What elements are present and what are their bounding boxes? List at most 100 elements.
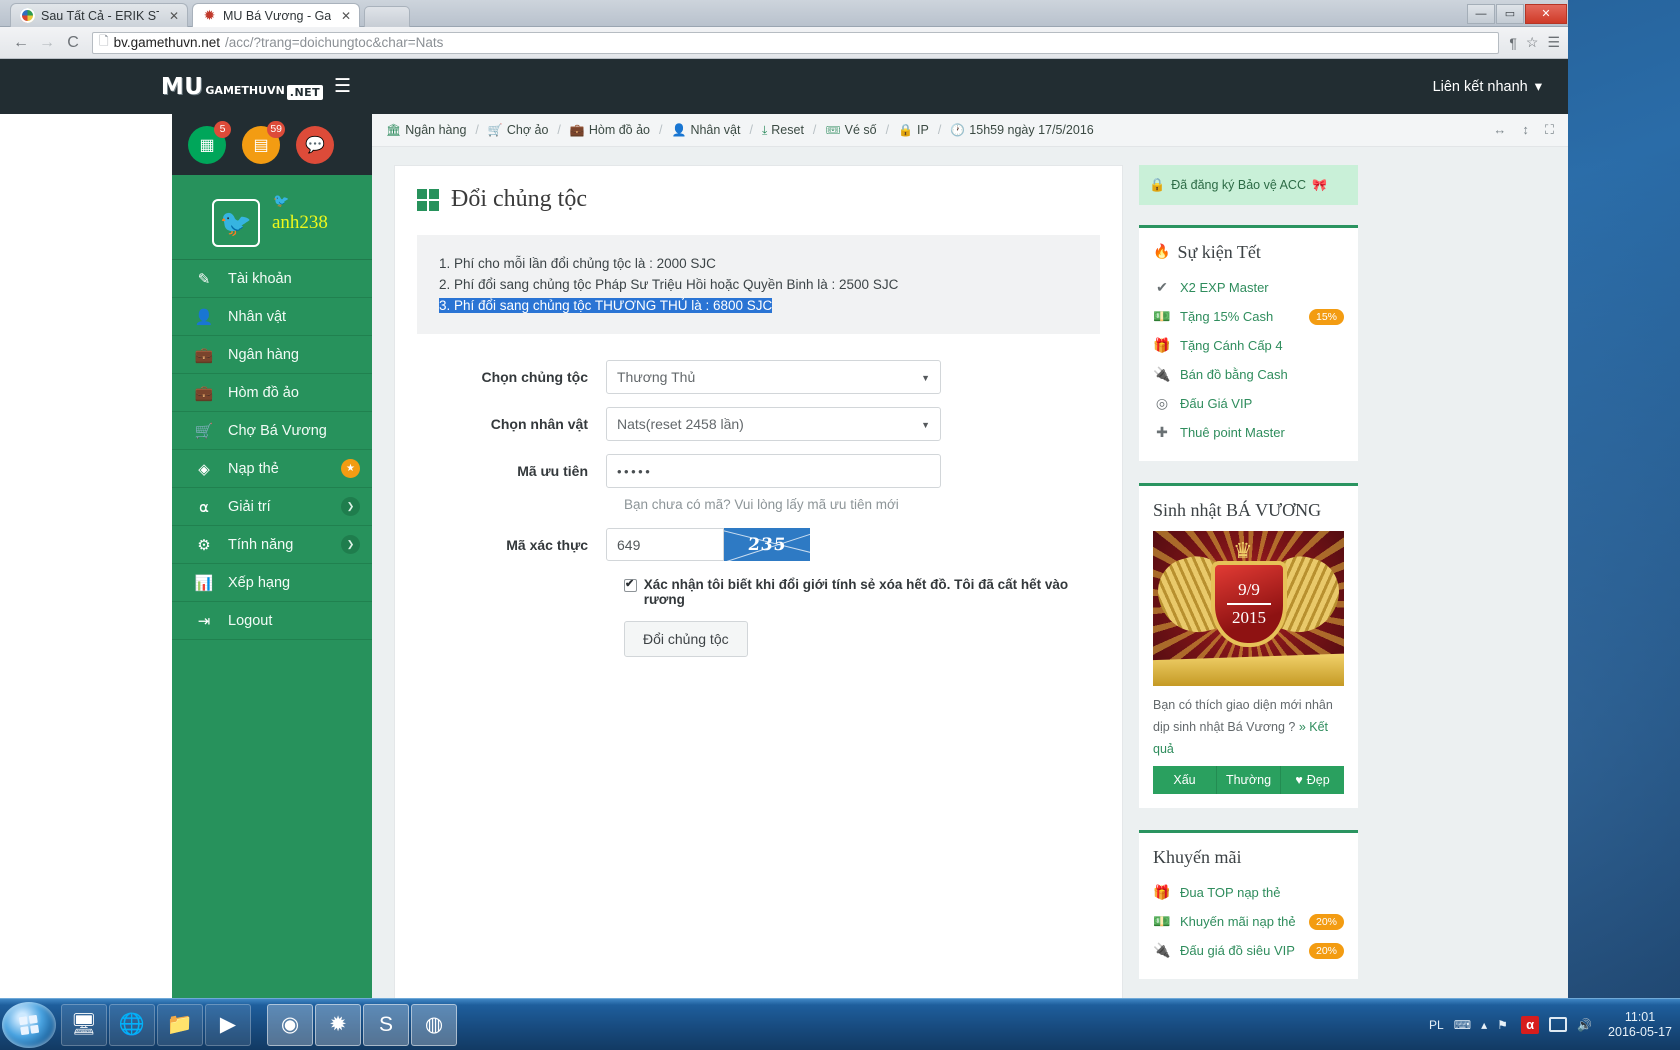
taskbar-item-media-player[interactable]: ▶ <box>205 1003 251 1046</box>
promo-item-dua-top[interactable]: 🎁 Đua TOP nạp thẻ <box>1153 878 1344 907</box>
promo-widget: Khuyến mãi 🎁 Đua TOP nạp thẻ 💵 Khuyến mã… <box>1139 830 1358 979</box>
display-icon[interactable] <box>1549 1017 1568 1032</box>
vote-button-dep[interactable]: ♥ Đẹp <box>1281 766 1344 794</box>
reload-icon[interactable]: C <box>60 34 86 52</box>
address-bar[interactable]: 🗋 bv.gamethuvn.net /acc/?trang=doichungt… <box>92 31 1500 54</box>
character-select[interactable]: Nats(reset 2458 lần) <box>606 407 941 441</box>
tet-item-rent-point[interactable]: ✚ Thuê point Master <box>1153 418 1344 447</box>
tab-strip: Sau Tất Cả - ERIK ST.319 | ✕ MU Bá Vương… <box>0 0 1568 27</box>
clock[interactable]: 11:01 2016-05-17 <box>1602 1010 1672 1040</box>
show-hidden-icons-icon[interactable]: ▴ <box>1481 1018 1487 1032</box>
shield-graphic: 9/9 2015 <box>1211 561 1287 647</box>
sidebar-item-hom-do-ao[interactable]: 💼 Hòm đồ ảo <box>172 374 372 412</box>
tet-item-badge: 15% <box>1308 308 1344 325</box>
windows-taskbar: 🖥 🌐 📁 ▶ ◉ ✹ S ◍ PL ⌨ ▴ ⚑ α 🔊 11:01 2016-… <box>0 998 1680 1050</box>
network-error-icon[interactable]: ⚑ <box>1497 1018 1511 1032</box>
browser-tab-active[interactable]: MU Bá Vương - Gamethu ✕ <box>192 3 360 27</box>
vote-button-label: Đẹp <box>1306 773 1330 787</box>
new-tab-button[interactable] <box>364 6 410 27</box>
sidebar-item-ngan-hang[interactable]: 💼 Ngân hàng <box>172 336 372 374</box>
vote-button-xau[interactable]: Xấu <box>1153 766 1217 794</box>
promo-item-dau-gia[interactable]: 🔌 Đấu giá đồ siêu VIP 20% <box>1153 936 1344 965</box>
sidebar-item-logout[interactable]: ⇥ Logout <box>172 602 372 640</box>
taskbar-item-mu-game[interactable]: ✹ <box>315 1003 361 1046</box>
keyboard-icon[interactable]: ⌨ <box>1454 1018 1471 1032</box>
taskbar-item-folder[interactable]: 📁 <box>157 1003 203 1046</box>
sidebar-item-label: Tài khoản <box>228 270 292 287</box>
chat-icon[interactable]: 💬 <box>296 125 334 164</box>
sidebar-item-giai-tri[interactable]: ⍺ Giải trí ❯ <box>172 488 372 526</box>
expand-icon[interactable]: ⛶ <box>1545 122 1554 138</box>
promo-item-nap-the[interactable]: 💵 Khuyến mãi nạp thẻ 20% <box>1153 907 1344 936</box>
breadcrumb-item-ngan-hang[interactable]: 🏛 Ngân hàng <box>386 123 466 137</box>
sidebar-item-tai-khoan[interactable]: ✎ Tài khoản <box>172 260 372 298</box>
breadcrumb-item-reset[interactable]: ⤓ Reset <box>762 123 804 138</box>
pilcrow-icon[interactable]: ¶ <box>1509 35 1517 51</box>
star-icon[interactable]: ☆ <box>1526 34 1539 51</box>
url-host: bv.gamethuvn.net <box>113 35 220 50</box>
menu-icon[interactable]: ☰ <box>1547 34 1560 51</box>
arrows-horizontal-icon[interactable]: ↔ <box>1493 122 1506 138</box>
breadcrumb: 🏛 Ngân hàng / 🛒 Chợ ảo / 💼 Hòm đồ ảo / 👤… <box>372 114 1568 147</box>
breadcrumb-label: Ngân hàng <box>405 123 467 137</box>
close-window-button[interactable]: ✕ <box>1525 3 1567 24</box>
back-icon[interactable]: ← <box>8 34 34 52</box>
sidebar-user[interactable]: 🐦 anh238 <box>172 175 372 260</box>
main-panel: Đổi chủng tộc 1. Phí cho mỗi lần đổi chủ… <box>394 165 1123 1000</box>
tet-item-label: Tặng 15% Cash <box>1180 309 1274 324</box>
volume-icon[interactable]: 🔊 <box>1577 1018 1592 1032</box>
tet-item-sell-cash[interactable]: 🔌 Bán đồ bằng Cash <box>1153 360 1344 389</box>
browser-tab-inactive[interactable]: Sau Tất Cả - ERIK ST.319 | ✕ <box>10 3 188 27</box>
quicklink-menu[interactable]: Liên kết nhanh ▾ <box>1433 59 1542 114</box>
race-select[interactable]: Thương Thủ <box>606 360 941 394</box>
maximize-button[interactable]: ▭ <box>1496 3 1524 24</box>
priority-code-input[interactable]: ••••• <box>606 454 941 488</box>
tet-item-wings[interactable]: 🎁 Tặng Cánh Cấp 4 <box>1153 331 1344 360</box>
breadcrumb-item-nhan-vat[interactable]: 👤 Nhân vật <box>671 123 740 137</box>
race-label: Chọn chủng tộc <box>481 369 588 385</box>
breadcrumb-item-hom-do-ao[interactable]: 💼 Hòm đồ ảo <box>570 123 650 137</box>
arrows-vertical-icon[interactable]: ↕ <box>1522 122 1529 138</box>
sidebar-item-nhan-vat[interactable]: 👤 Nhân vật <box>172 298 372 336</box>
widget-title-text: Sinh nhật BÁ VƯƠNG <box>1153 500 1322 520</box>
captcha-image[interactable]: 235 <box>724 528 810 561</box>
taskbar-item-explorer[interactable]: 🖥 <box>61 1003 107 1046</box>
sidebar-item-xep-hang[interactable]: 📊 Xếp hạng <box>172 564 372 602</box>
close-icon[interactable]: ✕ <box>337 9 351 23</box>
logo-mu-text: MU <box>160 73 204 100</box>
calendar-icon[interactable]: ▦ 5 <box>188 120 231 164</box>
minimize-button[interactable]: — <box>1467 3 1495 24</box>
vote-button-thuong[interactable]: Thường <box>1217 766 1281 794</box>
tet-item-label: Tặng Cánh Cấp 4 <box>1180 338 1283 353</box>
tet-item-auction-vip[interactable]: ◎ Đấu Giá VIP <box>1153 389 1344 418</box>
taskbar-item-chrome[interactable]: ◉ <box>267 1003 313 1046</box>
forward-icon[interactable]: → <box>34 34 60 52</box>
list-icon[interactable]: ▤ 59 <box>242 120 285 164</box>
sidebar-item-nap-the[interactable]: ◈ Nạp thẻ ★ <box>172 450 372 488</box>
chevron-down-icon: ❯ <box>341 535 360 554</box>
confirm-checkbox-row[interactable]: Xác nhận tôi biết khi đổi giới tính sẻ x… <box>624 577 1100 607</box>
site-logo[interactable]: MU GAMETHUVN .NET <box>161 59 324 114</box>
priority-code-hint[interactable]: Bạn chưa có mã? Vui lòng lấy mã ưu tiên … <box>624 497 1100 512</box>
star-badge-icon: ★ <box>341 459 360 478</box>
sidebar-item-cho-ba-vuong[interactable]: 🛒 Chợ Bá Vương <box>172 412 372 450</box>
avira-icon[interactable]: α <box>1521 1015 1540 1034</box>
close-icon[interactable]: ✕ <box>165 9 179 23</box>
captcha-input[interactable]: 649 <box>606 528 724 561</box>
taskbar-item-firefox[interactable]: ◍ <box>411 1003 457 1046</box>
language-indicator[interactable]: PL <box>1429 1018 1444 1032</box>
breadcrumb-item-ip[interactable]: 🔒 IP <box>898 123 929 137</box>
sidebar-toggle-button[interactable]: ☰ <box>326 70 359 103</box>
breadcrumb-item-cho-ao[interactable]: 🛒 Chợ ảo <box>488 123 549 137</box>
tet-item-cash-bonus[interactable]: 💵 Tặng 15% Cash 15% <box>1153 302 1344 331</box>
sidebar-item-tinh-nang[interactable]: ⚙ Tính năng ❯ <box>172 526 372 564</box>
taskbar-item-skype[interactable]: S <box>363 1003 409 1046</box>
briefcase-icon: 💼 <box>194 384 214 402</box>
windows-start-icon[interactable] <box>2 1001 56 1048</box>
confirm-checkbox[interactable] <box>624 577 637 592</box>
tet-item-x2-exp[interactable]: ✔ X2 EXP Master <box>1153 273 1344 302</box>
check-circle-icon: ✔ <box>1156 279 1168 295</box>
taskbar-item-ie[interactable]: 🌐 <box>109 1003 155 1046</box>
submit-race-change-button[interactable]: Đổi chủng tộc <box>624 621 748 657</box>
breadcrumb-item-ve-so[interactable]: 🎟 Vé số <box>825 123 876 137</box>
